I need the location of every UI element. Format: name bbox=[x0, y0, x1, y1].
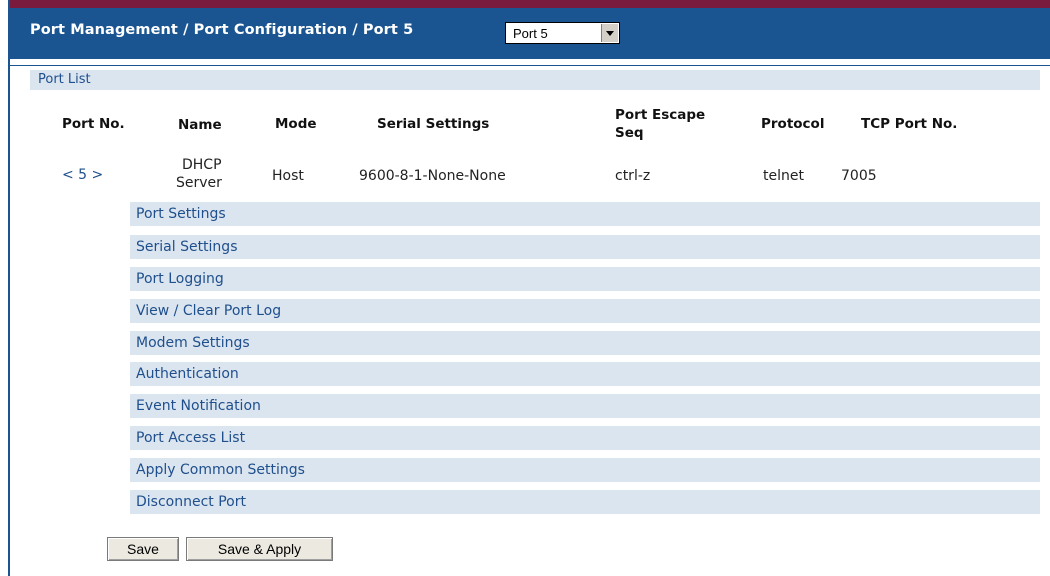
column-header-name: Name bbox=[178, 117, 222, 133]
menu-item-port-settings[interactable]: Port Settings bbox=[130, 202, 1040, 226]
menu-item-label: Apply Common Settings bbox=[136, 462, 305, 478]
column-header-serial-settings: Serial Settings bbox=[377, 116, 490, 132]
port-select[interactable]: Port 5 bbox=[505, 22, 620, 44]
column-header-protocol: Protocol bbox=[761, 116, 825, 132]
port-list-label: Port List bbox=[38, 72, 91, 87]
save-button[interactable]: Save bbox=[107, 537, 179, 561]
menu-item-apply-common-settings[interactable]: Apply Common Settings bbox=[130, 458, 1040, 482]
port-name-line2: Server bbox=[176, 175, 222, 191]
menu-item-label: Event Notification bbox=[136, 398, 261, 414]
port-select-value: Port 5 bbox=[513, 26, 548, 41]
menu-item-authentication[interactable]: Authentication bbox=[130, 362, 1040, 386]
column-header-seq: Seq bbox=[615, 125, 644, 141]
port-protocol: telnet bbox=[763, 168, 804, 184]
menu-item-modem-settings[interactable]: Modem Settings bbox=[130, 331, 1040, 355]
column-header-port-escape: Port Escape bbox=[615, 107, 706, 123]
menu-item-label: Port Settings bbox=[136, 206, 226, 222]
column-header-mode: Mode bbox=[275, 116, 317, 132]
menu-item-label: Port Access List bbox=[136, 430, 246, 446]
menu-item-disconnect-port[interactable]: Disconnect Port bbox=[130, 490, 1040, 514]
menu-item-label: Port Logging bbox=[136, 271, 224, 287]
menu-item-label: Modem Settings bbox=[136, 335, 250, 351]
top-accent-strip bbox=[10, 0, 1050, 8]
menu-item-port-access-list[interactable]: Port Access List bbox=[130, 426, 1040, 450]
menu-item-view-clear-port-log[interactable]: View / Clear Port Log bbox=[130, 299, 1040, 323]
port-serial-settings: 9600-8-1-None-None bbox=[359, 168, 506, 184]
page-title: Port Management / Port Configuration / P… bbox=[30, 22, 414, 38]
column-header-port-no: Port No. bbox=[62, 116, 125, 132]
menu-item-label: Disconnect Port bbox=[136, 494, 246, 510]
chevron-down-icon[interactable] bbox=[601, 24, 618, 42]
port-escape-seq: ctrl-z bbox=[615, 168, 651, 184]
header-bar: Port Management / Port Configuration / P… bbox=[10, 8, 1050, 59]
port-mode: Host bbox=[272, 168, 304, 184]
port-name-line1: DHCP bbox=[182, 157, 222, 173]
port-number-link[interactable]: < 5 > bbox=[62, 167, 103, 183]
menu-item-event-notification[interactable]: Event Notification bbox=[130, 394, 1040, 418]
menu-item-label: View / Clear Port Log bbox=[136, 303, 282, 319]
header-divider bbox=[10, 59, 1050, 66]
port-list-bar: Port List bbox=[30, 70, 1040, 90]
port-tcp-port: 7005 bbox=[841, 168, 877, 184]
save-apply-button[interactable]: Save & Apply bbox=[186, 537, 333, 561]
column-header-tcp-port: TCP Port No. bbox=[861, 116, 958, 132]
menu-item-serial-settings[interactable]: Serial Settings bbox=[130, 235, 1040, 259]
menu-item-port-logging[interactable]: Port Logging bbox=[130, 267, 1040, 291]
page-frame: Port Management / Port Configuration / P… bbox=[8, 0, 1050, 576]
menu-item-label: Serial Settings bbox=[136, 239, 238, 255]
menu-item-label: Authentication bbox=[136, 366, 239, 382]
